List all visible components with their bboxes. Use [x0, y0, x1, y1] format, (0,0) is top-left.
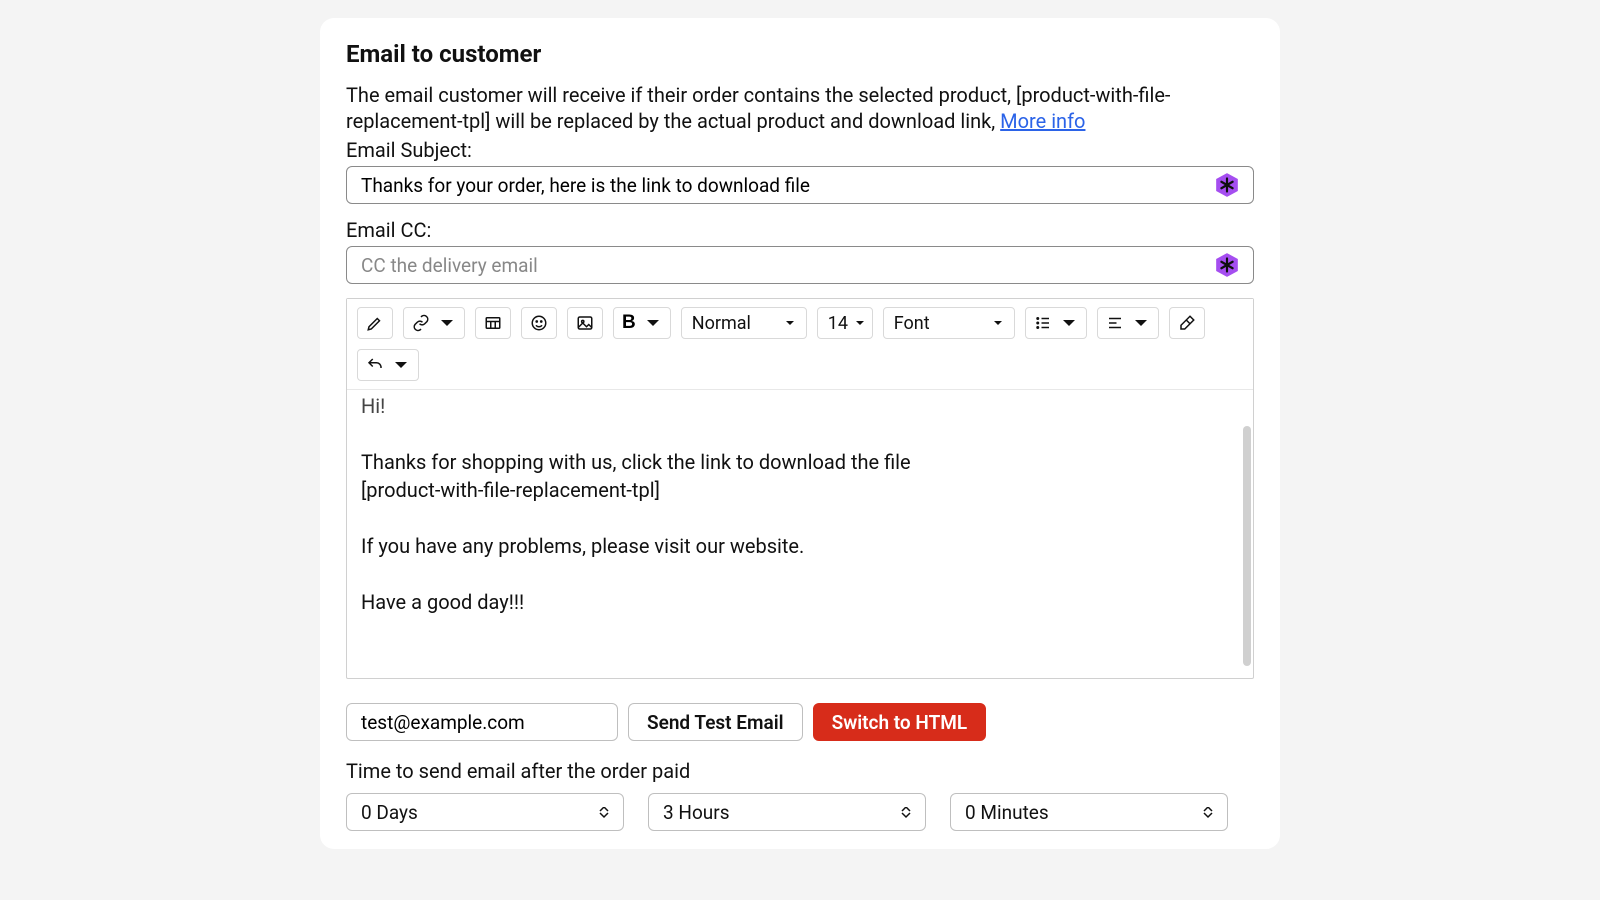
email-to-customer-card: Email to customer The email customer wil… — [320, 18, 1280, 849]
chevron-down-icon — [992, 313, 1004, 334]
font-size-select[interactable]: 14 — [817, 307, 873, 339]
paragraph-style-select[interactable]: Normal — [681, 307, 807, 339]
body-line — [361, 560, 1239, 588]
body-line — [361, 420, 1239, 448]
eraser-icon — [1178, 314, 1196, 332]
editor-scrollbar[interactable] — [1243, 396, 1251, 672]
send-test-email-button[interactable]: Send Test Email — [628, 703, 803, 741]
list-button[interactable] — [1025, 307, 1087, 339]
body-line: Thanks for shopping with us, click the l… — [361, 448, 1239, 476]
section-description: The email customer will receive if their… — [346, 82, 1254, 134]
table-button[interactable] — [475, 307, 511, 339]
more-info-link[interactable]: More info — [1000, 109, 1085, 133]
test-email-row: Send Test Email Switch to HTML — [346, 703, 1254, 741]
rich-text-editor: B Normal 14 Font — [346, 298, 1254, 679]
variable-picker-icon[interactable] — [1214, 252, 1240, 278]
switch-to-html-button[interactable]: Switch to HTML — [813, 703, 987, 741]
body-line: Hi! — [361, 392, 1239, 420]
section-title: Email to customer — [346, 40, 1254, 68]
email-cc-input[interactable] — [346, 246, 1254, 284]
undo-button[interactable] — [357, 349, 419, 381]
chevron-down-icon — [644, 314, 662, 332]
delay-minutes-select[interactable]: 0 Minutes — [950, 793, 1228, 831]
image-icon — [576, 314, 594, 332]
delay-row: 0 Days 3 Hours 0 Minutes — [346, 793, 1254, 831]
clear-format-button[interactable] — [1169, 307, 1205, 339]
chevron-down-icon — [392, 356, 410, 374]
editor-toolbar: B Normal 14 Font — [347, 299, 1253, 390]
font-family-select[interactable]: Font — [883, 307, 1015, 339]
link-button[interactable] — [403, 307, 465, 339]
delay-minutes-value: 0 Minutes — [965, 801, 1049, 824]
body-line: Have a good day!!! — [361, 588, 1239, 616]
email-subject-label: Email Subject: — [346, 138, 1254, 162]
undo-icon — [366, 356, 384, 374]
align-icon — [1106, 314, 1124, 332]
link-icon — [412, 314, 430, 332]
list-icon — [1034, 314, 1052, 332]
test-email-input[interactable] — [346, 703, 618, 741]
table-icon — [484, 314, 502, 332]
font-family-label: Font — [894, 313, 930, 334]
body-line — [361, 504, 1239, 532]
paragraph-style-label: Normal — [692, 313, 751, 334]
bold-button[interactable]: B — [613, 307, 671, 339]
align-button[interactable] — [1097, 307, 1159, 339]
email-cc-wrap — [346, 246, 1254, 284]
scrollbar-thumb[interactable] — [1243, 426, 1251, 666]
chevron-down-icon — [784, 313, 796, 334]
email-subject-wrap — [346, 166, 1254, 204]
delay-label: Time to send email after the order paid — [346, 759, 1254, 783]
delay-days-select[interactable]: 0 Days — [346, 793, 624, 831]
delay-hours-value: 3 Hours — [663, 801, 730, 824]
highlight-button[interactable] — [357, 307, 393, 339]
font-size-label: 14 — [828, 313, 848, 334]
chevron-down-icon — [854, 313, 866, 334]
editor-body[interactable]: Hi! Thanks for shopping with us, click t… — [347, 390, 1253, 678]
body-line: If you have any problems, please visit o… — [361, 532, 1239, 560]
email-subject-input[interactable] — [346, 166, 1254, 204]
highlight-icon — [366, 314, 384, 332]
body-line: [product-with-file-replacement-tpl] — [361, 476, 1239, 504]
delay-hours-select[interactable]: 3 Hours — [648, 793, 926, 831]
email-cc-label: Email CC: — [346, 218, 1254, 242]
variable-picker-icon[interactable] — [1214, 172, 1240, 198]
chevron-down-icon — [1132, 314, 1150, 332]
chevron-down-icon — [1060, 314, 1078, 332]
image-button[interactable] — [567, 307, 603, 339]
delay-days-value: 0 Days — [361, 801, 418, 824]
chevron-down-icon — [438, 314, 456, 332]
emoji-icon — [530, 314, 548, 332]
bold-icon: B — [622, 312, 636, 334]
emoji-button[interactable] — [521, 307, 557, 339]
